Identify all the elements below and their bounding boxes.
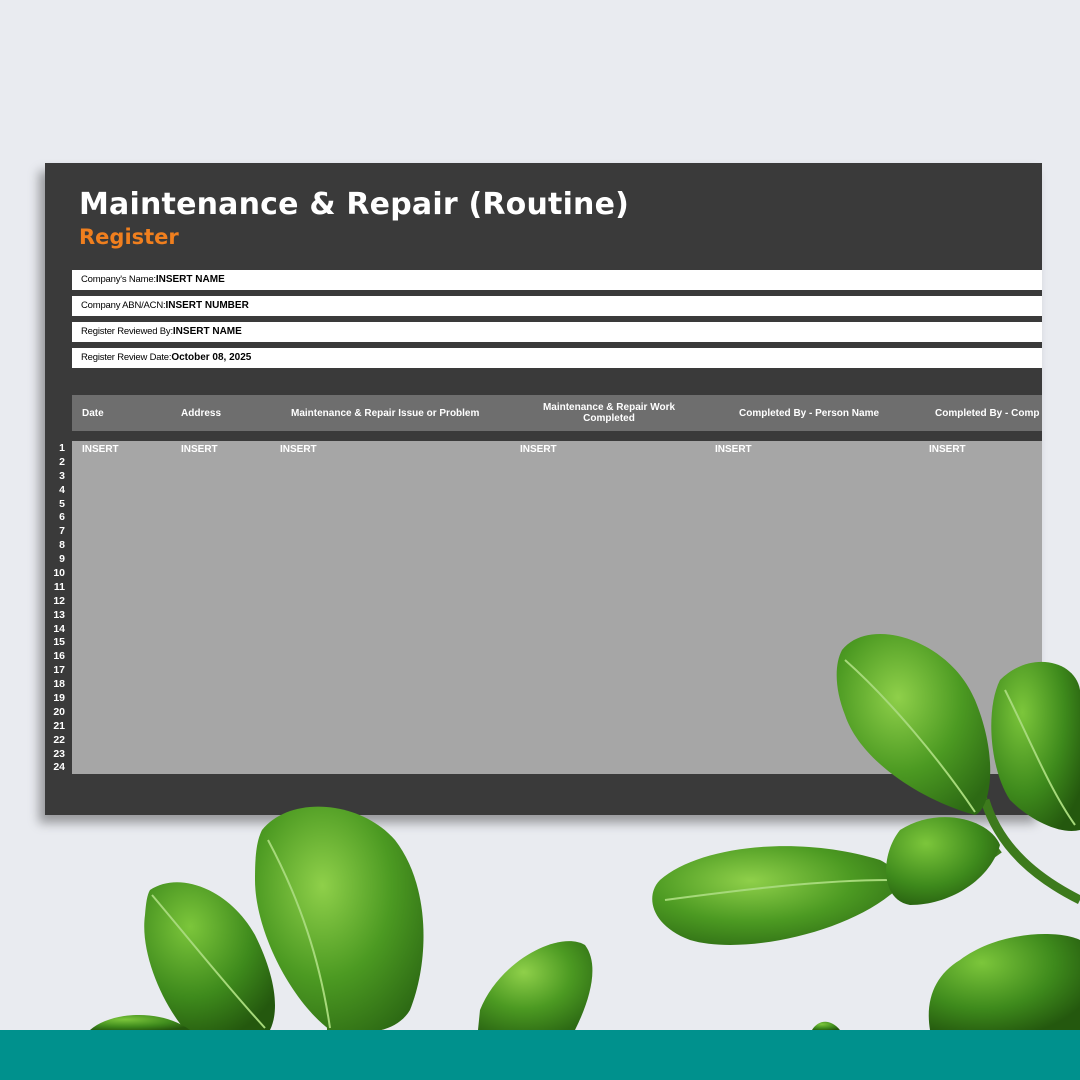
footer-bar xyxy=(0,1030,1080,1080)
plant-leaves-image xyxy=(90,634,1080,1033)
